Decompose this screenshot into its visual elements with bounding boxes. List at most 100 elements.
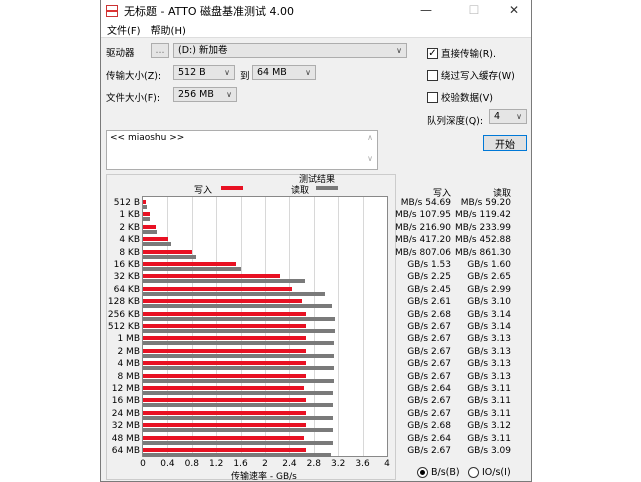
checkbox-box bbox=[427, 91, 438, 103]
write-value: 807.06 MB/s bbox=[394, 247, 451, 258]
queue-depth-select[interactable]: 4 ∨ bbox=[489, 109, 527, 124]
x-axis-label: 传输速率 - GB/s bbox=[231, 472, 297, 482]
direct-io-checkbox[interactable]: ✓ 直接传输(R). bbox=[427, 46, 496, 60]
y-tick-label: 2 KB bbox=[119, 222, 140, 233]
read-bar bbox=[143, 242, 171, 247]
units-bytes-radio[interactable]: B/s(B) bbox=[417, 467, 460, 478]
read-bar bbox=[143, 329, 335, 333]
write-value: 2.67 GB/s bbox=[407, 359, 451, 370]
y-tick-label: 16 KB bbox=[113, 260, 140, 270]
read-value: 3.11 GB/s bbox=[467, 396, 511, 407]
y-tick-label: 32 KB bbox=[113, 272, 140, 283]
to-label: 到 bbox=[240, 71, 250, 82]
write-value: 107.95 MB/s bbox=[394, 210, 451, 221]
read-value: 233.99 MB/s bbox=[454, 222, 511, 233]
write-value: 2.25 GB/s bbox=[407, 272, 451, 283]
scroll-up-icon: ∧ bbox=[367, 133, 373, 142]
chevron-down-icon: ∨ bbox=[396, 46, 402, 55]
write-bar bbox=[143, 299, 303, 304]
gridline bbox=[338, 197, 340, 456]
write-value: 2.67 GB/s bbox=[407, 396, 451, 407]
x-tick-label: 0.8 bbox=[184, 459, 199, 469]
write-bar bbox=[143, 448, 306, 452]
read-bar bbox=[143, 254, 196, 259]
write-value: 2.67 GB/s bbox=[407, 322, 451, 332]
drive-select[interactable]: (D:) 新加卷 ∨ bbox=[173, 43, 407, 58]
read-value: 3.13 GB/s bbox=[467, 346, 511, 357]
write-value: 2.61 GB/s bbox=[407, 297, 451, 308]
write-bar bbox=[143, 212, 150, 217]
write-bar bbox=[143, 348, 306, 353]
x-tick-label: 1.6 bbox=[233, 459, 248, 469]
minimize-button[interactable]: — bbox=[411, 3, 441, 18]
x-tick-label: 2 bbox=[262, 459, 268, 469]
menu-help[interactable]: 帮助(H) bbox=[151, 22, 186, 37]
app-icon bbox=[106, 4, 118, 17]
close-button[interactable]: ✕ bbox=[499, 3, 529, 18]
x-tick-label: 4 bbox=[384, 459, 390, 469]
x-tick-label: 3.6 bbox=[355, 459, 370, 469]
read-bar bbox=[143, 378, 334, 383]
write-bar bbox=[143, 435, 305, 440]
write-value: 417.20 MB/s bbox=[394, 235, 451, 246]
y-tick-label: 2 MB bbox=[117, 346, 140, 357]
write-value: 2.67 GB/s bbox=[407, 371, 451, 382]
verify-data-checkbox[interactable]: 校验数据(V) bbox=[427, 90, 493, 104]
write-value: 2.68 GB/s bbox=[407, 421, 451, 432]
window-title: 无标题 - ATTO 磁盘基准测试 4.00 bbox=[124, 4, 295, 18]
read-value: 3.12 GB/s bbox=[467, 421, 511, 432]
read-value: 861.30 MB/s bbox=[454, 247, 511, 258]
y-tick-label: 512 B bbox=[113, 198, 140, 208]
bypass-cache-checkbox[interactable]: 绕过写入缓存(W) bbox=[427, 68, 515, 82]
read-bar bbox=[143, 415, 333, 420]
write-bar bbox=[143, 224, 157, 229]
start-button[interactable]: 开始 bbox=[483, 135, 527, 151]
chevron-down-icon: ∨ bbox=[224, 68, 230, 77]
maximize-button[interactable]: ☐ bbox=[459, 3, 489, 18]
description-textarea[interactable]: << miaoshu >> ∧ ∨ bbox=[106, 130, 378, 170]
read-value: 2.99 GB/s bbox=[467, 284, 511, 295]
write-bar bbox=[143, 373, 306, 378]
y-tick-label: 4 MB bbox=[117, 359, 140, 370]
write-value: 2.68 GB/s bbox=[407, 309, 451, 320]
read-bar bbox=[143, 353, 334, 358]
write-bar bbox=[143, 361, 306, 366]
file-size-label: 文件大小(F): bbox=[106, 93, 161, 104]
menu-file[interactable]: 文件(F) bbox=[107, 22, 141, 37]
legend-write-swatch bbox=[221, 186, 243, 190]
chevron-down-icon: ∨ bbox=[226, 90, 232, 99]
file-size-select[interactable]: 256 MB ∨ bbox=[173, 87, 237, 102]
read-bar bbox=[143, 366, 334, 371]
y-tick-label: 32 MB bbox=[111, 421, 140, 432]
y-tick-label: 512 KB bbox=[107, 322, 140, 332]
x-tick-label: 0.4 bbox=[160, 459, 175, 469]
transfer-from-select[interactable]: 512 B ∨ bbox=[173, 65, 235, 80]
read-bar bbox=[143, 267, 241, 271]
read-value: 3.13 GB/s bbox=[467, 359, 511, 370]
write-value: 2.64 GB/s bbox=[407, 384, 451, 394]
read-bar bbox=[143, 403, 333, 408]
write-bar bbox=[143, 274, 281, 279]
y-tick-label: 64 KB bbox=[113, 284, 140, 295]
bypass-cache-label: 绕过写入缓存(W) bbox=[441, 71, 515, 82]
title-bar: 无标题 - ATTO 磁盘基准测试 4.00 — ☐ ✕ bbox=[101, 0, 531, 21]
drive-label: 驱动器 bbox=[106, 48, 135, 59]
y-tick-label: 48 MB bbox=[111, 433, 140, 444]
transfer-to-select[interactable]: 64 MB ∨ bbox=[252, 65, 316, 80]
units-io-radio[interactable]: IO/s(I) bbox=[468, 467, 511, 478]
write-bar bbox=[143, 200, 147, 204]
write-value: 54.69 MB/s bbox=[400, 198, 451, 208]
chevron-down-icon: ∨ bbox=[516, 112, 522, 121]
scrollbar[interactable]: ∧ ∨ bbox=[363, 131, 377, 169]
browse-button[interactable]: ... bbox=[151, 43, 169, 58]
read-bar bbox=[143, 205, 147, 209]
queue-depth-value: 4 bbox=[494, 111, 501, 122]
read-value: 3.11 GB/s bbox=[467, 408, 511, 419]
y-tick-label: 8 KB bbox=[119, 247, 140, 258]
y-tick-label: 8 MB bbox=[117, 371, 140, 382]
write-value: 2.67 GB/s bbox=[407, 334, 451, 345]
read-value: 3.11 GB/s bbox=[467, 433, 511, 444]
write-bar bbox=[143, 286, 293, 291]
y-tick-label: 128 KB bbox=[107, 297, 140, 308]
read-bar bbox=[143, 453, 332, 457]
